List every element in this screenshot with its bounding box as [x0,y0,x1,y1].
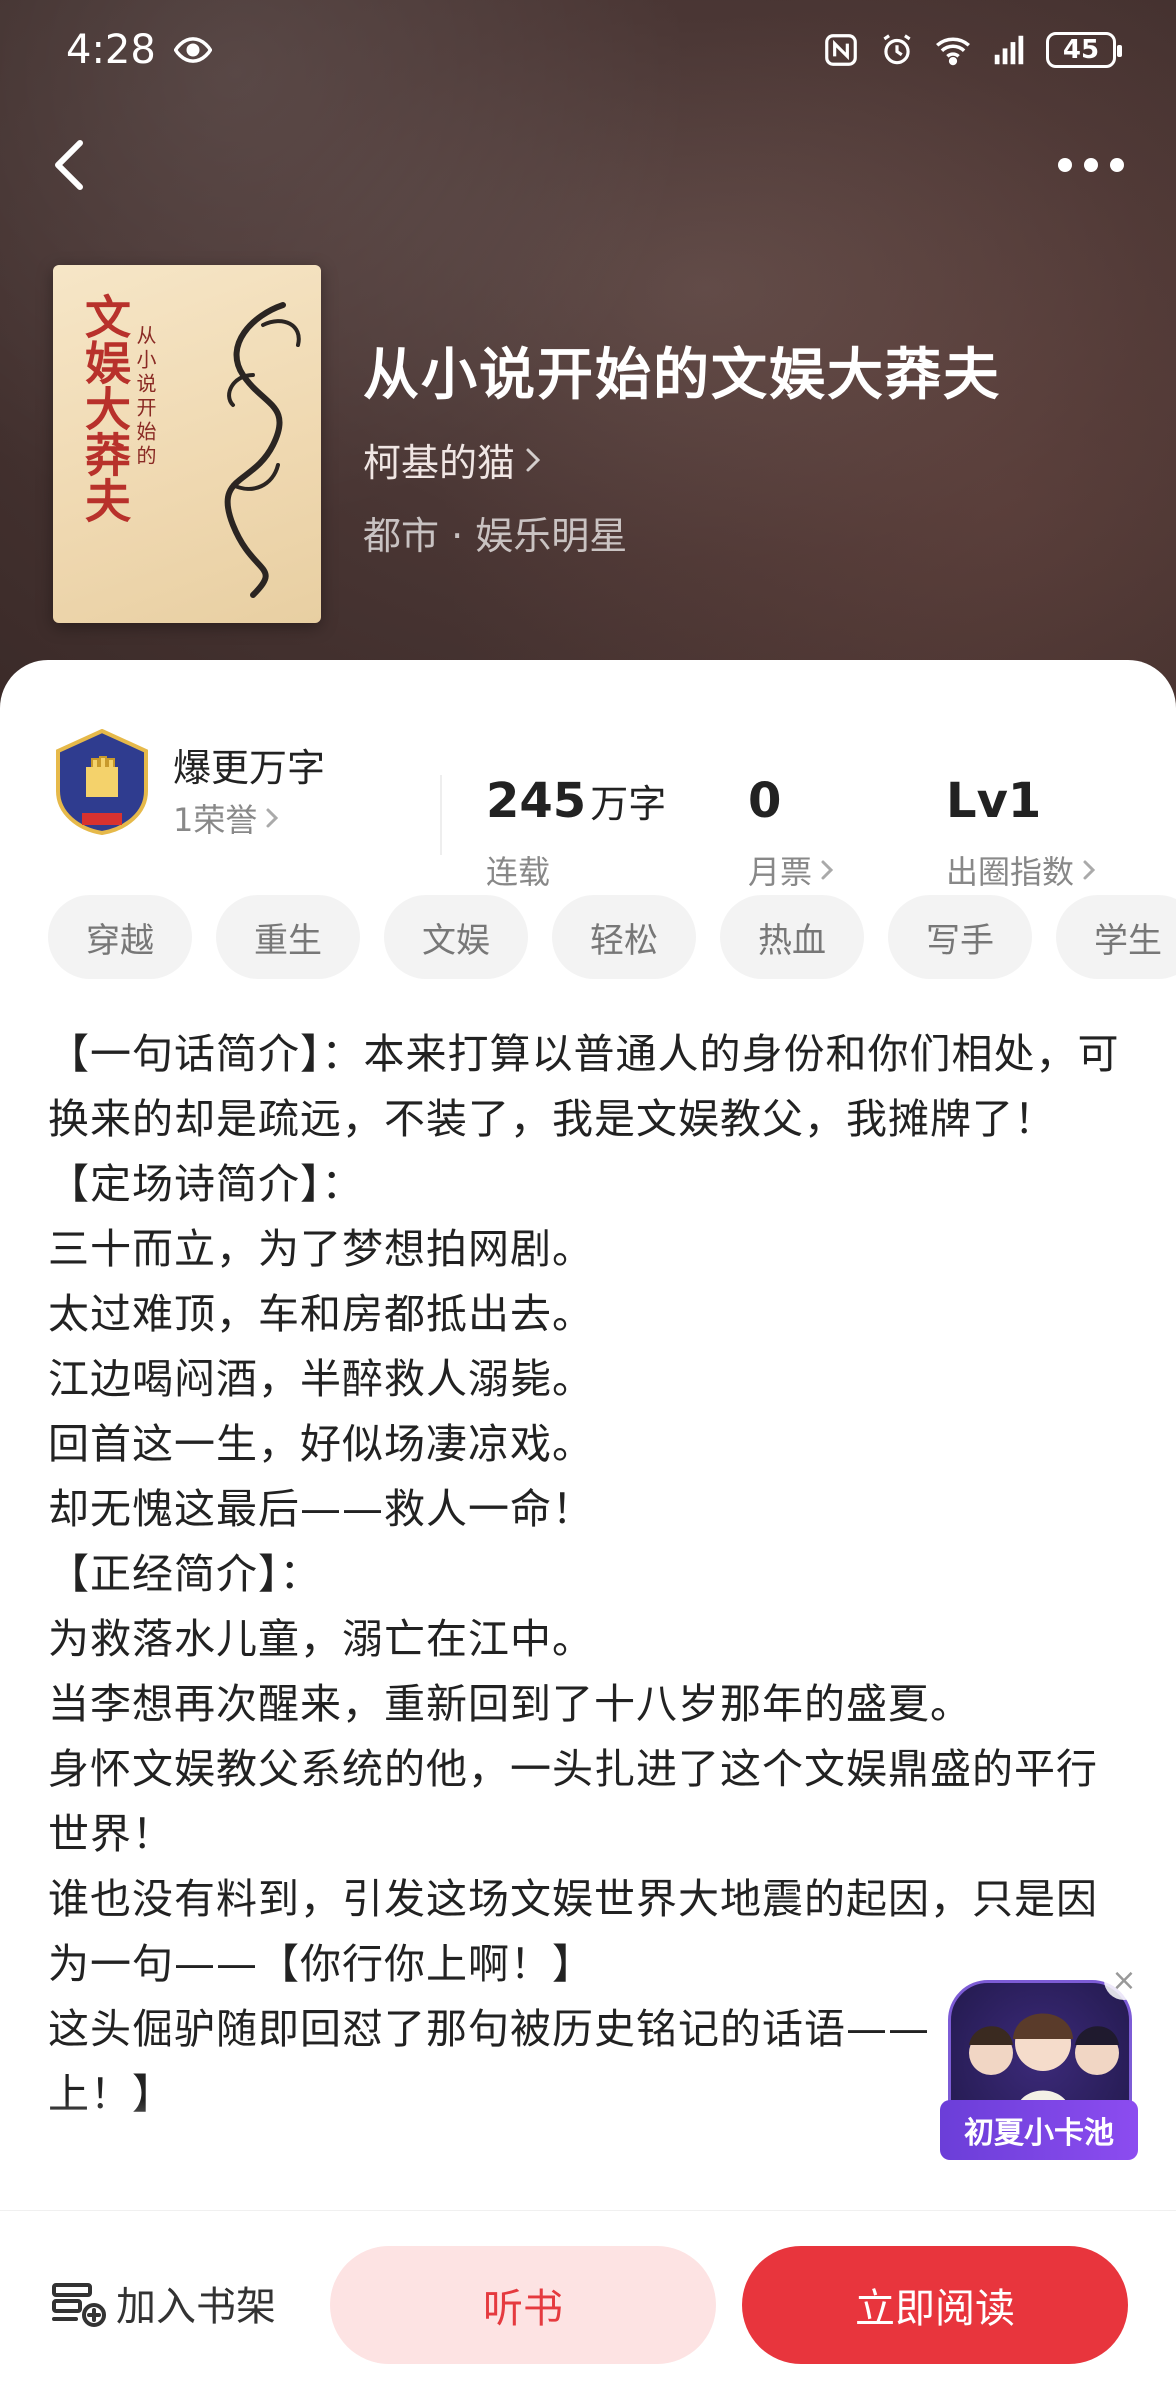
tag-chip[interactable]: 重生 [216,895,360,979]
popularity-index-value: Lv1 [946,773,1042,829]
description-line: 江边喝闷酒，半醉救人溺毙。 [48,1355,594,1403]
promo-artwork [948,1980,1132,2113]
description-line: 【一句话简介】：本来打算以普通人的身份和你们相处，可换来的却是疏远，不装了，我是… [48,1030,1120,1143]
book-cover[interactable]: 文娱大莽夫 从小说开始的 [53,265,321,623]
read-now-button[interactable]: 立即阅读 [742,2246,1128,2364]
read-now-label: 立即阅读 [855,2286,1015,2332]
chevron-right-icon [266,808,279,828]
word-count-unit: 万字 [590,782,667,826]
book-detail-page: 4:28 45 文娱大莽夫 从小说开始的 从小说开始的文娱大莽夫 柯基的猫 都市… [0,0,1176,2400]
description-line: 【正经简介】： [48,1550,322,1598]
chevron-right-icon [821,860,834,880]
listen-button[interactable]: 听书 [330,2246,716,2364]
description-line: 当李想再次醒来，重新回到了十八岁那年的盛夏。 [48,1680,972,1728]
description-line: 却无愧这最后——救人一命！ [48,1485,594,1533]
add-to-shelf-button[interactable]: 加入书架 [50,2263,276,2343]
promo-widget[interactable]: 初夏小卡池 × [934,1960,1144,2160]
tag-list: 穿越 重生 文娱 轻松 热血 写手 学生 [48,895,1176,979]
honor-title: 爆更万字 [173,746,326,790]
description-line: 太过难顶，车和房都抵出去。 [48,1290,594,1338]
back-button[interactable] [30,125,110,205]
chevron-left-icon [55,140,83,190]
chevron-right-icon [526,448,541,471]
signal-icon [994,35,1024,65]
tag-chip[interactable]: 文娱 [384,895,528,979]
description-line: 为救落水儿童，溺亡在江中。 [48,1615,594,1663]
status-bar: 4:28 45 [0,0,1176,100]
honor-badge-icon[interactable] [52,729,152,835]
description-line: 三十而立，为了梦想拍网剧。 [48,1225,594,1273]
listen-label: 听书 [483,2286,563,2332]
tag-chip[interactable]: 穿越 [48,895,192,979]
chevron-right-icon [1083,860,1096,880]
word-count-value: 245 [486,773,587,829]
book-category: 都市 · 娱乐明星 [363,514,628,558]
book-title: 从小说开始的文娱大莽夫 [363,343,1001,408]
cover-subtitle: 从小说开始的 [133,325,157,469]
top-nav [0,120,1176,210]
monthly-ticket-label: 月票 [748,853,813,891]
honor-count-link[interactable]: 1荣誉 [173,795,279,841]
author-link[interactable]: 柯基的猫 [363,432,541,487]
character-portraits-icon [969,2013,1119,2113]
description-line: 【定场诗简介】： [48,1160,364,1208]
author-name: 柯基的猫 [363,441,516,485]
monthly-ticket-stat[interactable]: 0 月票 [748,773,834,893]
battery-indicator: 45 [1046,32,1122,68]
tag-chip[interactable]: 学生 [1056,895,1176,979]
wifi-icon [936,37,970,66]
popularity-index-label: 出圈指数 [946,853,1075,891]
close-icon: × [1111,1962,1137,1998]
add-to-shelf-label: 加入书架 [116,2284,276,2330]
description-line: 回首这一生，好似场凄凉戏。 [48,1420,594,1468]
description-line: 身怀文娱教父系统的他，一头扎进了这个文娱鼎盛的平行世界！ [48,1745,1098,1858]
nfc-icon [825,34,857,66]
popularity-index-stat[interactable]: Lv1 出圈指数 [946,773,1096,893]
tag-chip[interactable]: 热血 [720,895,864,979]
serial-status: 连载 [486,853,551,891]
promo-close-button[interactable]: × [1104,1960,1144,2000]
alarm-icon [883,34,911,65]
eye-icon [173,37,212,63]
more-button[interactable] [1036,125,1146,205]
cover-title: 文娱大莽夫 [78,293,132,523]
bottom-action-bar: 加入书架 听书 立即阅读 [0,2210,1176,2400]
stats-row: 爆更万字 1荣誉 245 万字 连载 0 月票 Lv1 出圈指数 [0,715,1176,891]
more-icon [1058,158,1124,172]
word-count-stat: 245 万字 连载 [486,773,666,893]
battery-level: 45 [1062,35,1100,65]
honor-count: 1荣誉 [173,801,258,839]
dragon-art-icon [224,302,301,598]
tag-chip[interactable]: 写手 [888,895,1032,979]
monthly-ticket-value: 0 [748,773,782,829]
promo-label: 初夏小卡池 [940,2100,1138,2160]
status-time: 4:28 [66,27,156,73]
tag-chip[interactable]: 轻松 [552,895,696,979]
bookshelf-add-icon [52,2283,106,2327]
stats-divider [440,775,442,855]
